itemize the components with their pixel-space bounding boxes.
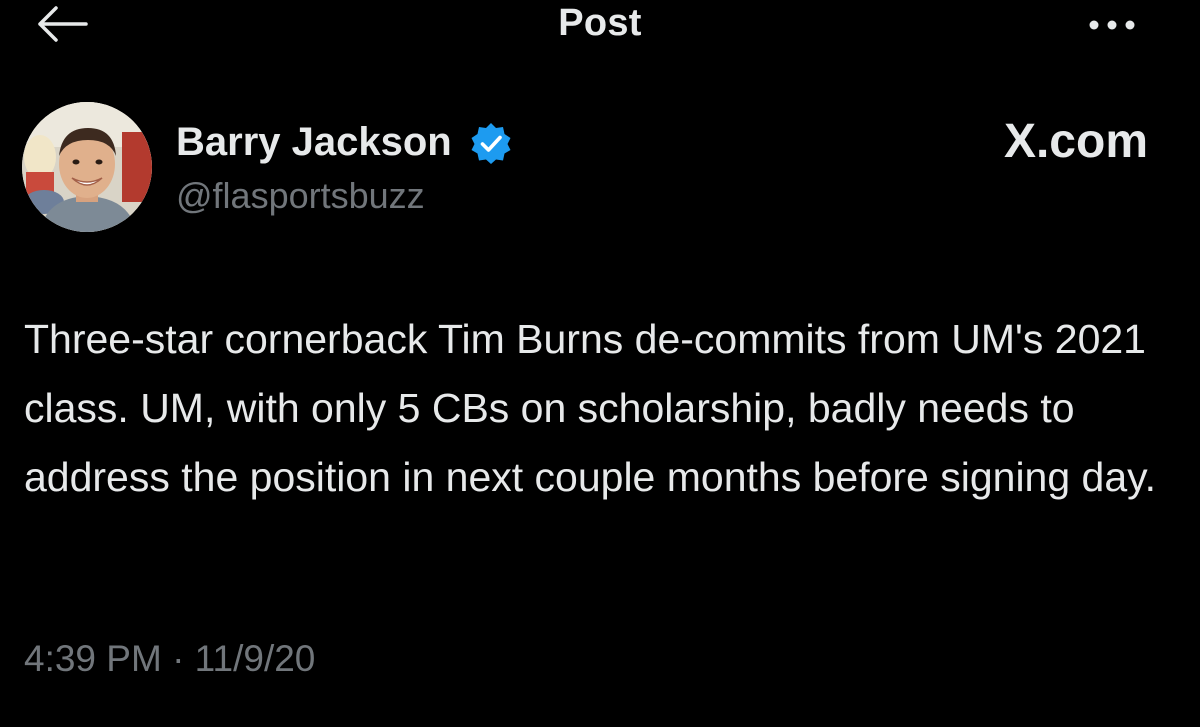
post-text: Three-star cornerback Tim Burns de-commi…: [24, 316, 1157, 500]
author-handle[interactable]: @flasportsbuzz: [176, 175, 425, 217]
top-navigation-bar: Post: [0, 0, 1200, 60]
avatar[interactable]: [22, 102, 152, 232]
verified-badge-icon: [471, 123, 511, 164]
more-horizontal-icon: [1089, 20, 1135, 30]
page-title: Post: [558, 2, 642, 44]
author-name[interactable]: Barry Jackson: [176, 120, 452, 165]
brand-watermark: X.com: [1004, 114, 1148, 169]
avatar-photo: [22, 102, 152, 232]
brand-label: X.com: [1003, 115, 1148, 168]
more-options-button[interactable]: [1082, 8, 1142, 38]
post-timestamp[interactable]: 4:39 PM · 11/9/20: [24, 638, 315, 680]
